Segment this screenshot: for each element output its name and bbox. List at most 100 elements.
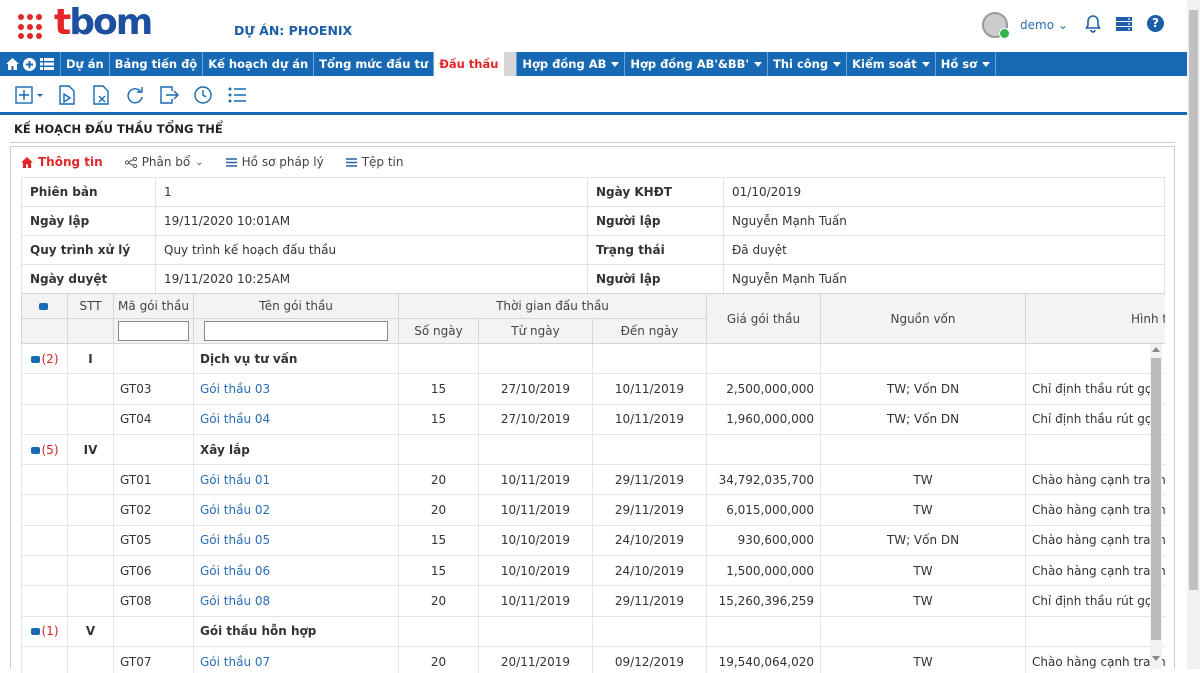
stt-cell: V [67,615,114,647]
days-cell: 15 [398,373,479,405]
nav-dau-thau[interactable]: Đấu thầu [434,52,518,76]
home-icon[interactable] [6,58,19,70]
col-time: Thời gian đấu thầu [398,293,707,319]
stt-cell: I [67,342,114,375]
table-row[interactable]: GT07 Gói thầu 07 20 20/11/2019 09/12/201… [21,645,1165,673]
to-cell: 10/11/2019 [592,373,707,405]
package-link[interactable]: Gói thầu 03 [193,373,399,405]
price-cell [706,615,821,647]
table-row[interactable]: GT01 Gói thầu 01 20 10/11/2019 29/11/201… [21,464,1165,496]
list-view-icon[interactable] [226,84,248,106]
table-row[interactable]: GT03 Gói thầu 03 15 27/10/2019 10/11/201… [21,373,1165,405]
price-cell: 2,500,000,000 [706,373,821,405]
from-cell [478,342,593,375]
user-menu[interactable]: demo ⌄ [1020,18,1068,32]
nav-label: Hồ sơ [940,57,978,71]
table-row[interactable]: GT05 Gói thầu 05 15 10/10/2019 24/10/201… [21,524,1165,557]
home-icon [21,156,33,168]
col-name: Tên gói thầu [193,293,399,319]
days-cell: 15 [398,555,479,587]
days-cell: 20 [398,645,479,673]
nav-hop-dong-ab-bb[interactable]: Hợp đồng AB'&BB' [625,52,768,76]
tab-thong-tin[interactable]: Thông tin [21,155,103,169]
export-icon[interactable] [158,84,180,106]
nav-label: Thi công [772,57,829,71]
page-scrollbar-thumb[interactable] [1189,10,1198,590]
group-toggle[interactable]: (5) [21,433,68,466]
scroll-up-arrow-icon[interactable] [1152,347,1160,352]
tab-tep-tin[interactable]: Tệp tin [345,155,403,169]
server-icon[interactable] [1116,17,1132,31]
package-link[interactable]: Gói thầu 06 [193,555,399,587]
code-cell: GT08 [113,585,194,617]
nav-bang-tien-do[interactable]: Bảng tiến độ [110,52,204,76]
nav-label: Kiểm soát [852,57,917,71]
toggle-cell [21,403,68,435]
nav-ke-hoach-du-an[interactable]: Kế hoạch dự án [203,52,315,76]
col-method: Hình thức lựa [1025,293,1165,344]
package-link[interactable]: Gói thầu 01 [193,464,399,496]
title-divider [10,142,1175,143]
refresh-icon[interactable] [124,84,146,106]
days-cell: 20 [398,464,479,496]
nav-tong-muc-dau-tu[interactable]: Tổng mức đầu tư [314,52,435,76]
grid-scrollbar[interactable] [1150,344,1162,669]
page-scrollbar[interactable] [1187,0,1200,669]
scroll-down-arrow-icon[interactable] [1152,656,1160,661]
collapse-icon [39,303,48,310]
package-link[interactable]: Gói thầu 05 [193,524,399,557]
nav-du-an[interactable]: Dự án [61,52,110,76]
nav-ho-so[interactable]: Hồ sơ [936,52,997,76]
nav-thi-cong[interactable]: Thi công [768,52,848,76]
help-icon[interactable]: ? [1147,15,1164,32]
scrollbar-thumb[interactable] [1151,358,1161,640]
toggle-cell [21,524,68,557]
package-link[interactable]: Gói thầu 07 [193,645,399,673]
table-row[interactable]: GT02 Gói thầu 02 20 10/11/2019 29/11/201… [21,494,1165,526]
to-cell [592,615,707,647]
source-cell: TW [820,555,1026,587]
edit-document-icon[interactable] [56,84,78,106]
price-cell: 34,792,035,700 [706,464,821,496]
add-circle-icon[interactable] [23,57,36,71]
user-avatar[interactable] [982,12,1010,39]
collapse-all-toggle[interactable] [21,293,68,319]
stt-cell [67,555,114,587]
to-cell [592,433,707,466]
info-label: Phiên bản [21,177,156,207]
toolbar-divider [0,112,1187,115]
tab-phan-bo[interactable]: Phân bổ ⌄ [124,155,204,169]
delete-document-icon[interactable] [90,84,112,106]
bell-icon[interactable] [1085,15,1101,33]
table-row[interactable]: GT08 Gói thầu 08 20 10/11/2019 29/11/201… [21,585,1165,617]
group-row[interactable]: (5) IV Xây lắp [21,433,1165,466]
logo-dots-icon[interactable] [18,14,44,40]
list-icon[interactable] [40,58,54,70]
package-link[interactable]: Gói thầu 02 [193,494,399,526]
to-cell: 29/11/2019 [592,494,707,526]
tab-ho-so-phap-ly[interactable]: Hồ sơ pháp lý [225,155,324,169]
group-row[interactable]: (2) I Dịch vụ tư vấn [21,342,1165,375]
group-toggle[interactable]: (1) [21,615,68,647]
code-cell: GT07 [113,645,194,673]
package-link[interactable]: Gói thầu 04 [193,403,399,435]
add-dropdown-icon[interactable] [14,84,44,106]
history-icon[interactable] [192,84,214,106]
source-cell: TW; Vốn DN [820,373,1026,405]
package-link[interactable]: Gói thầu 08 [193,585,399,617]
from-cell [478,615,593,647]
group-toggle[interactable]: (2) [21,342,68,375]
source-cell: TW; Vốn DN [820,524,1026,557]
group-row[interactable]: (1) V Gói thầu hỗn hợp [21,615,1165,647]
table-row[interactable]: GT04 Gói thầu 04 15 27/10/2019 10/11/201… [21,403,1165,435]
nav-kiem-soat[interactable]: Kiểm soát [847,52,936,76]
app-logo[interactable]: tbom [54,0,153,46]
table-row[interactable]: GT06 Gói thầu 06 15 10/10/2019 24/10/201… [21,555,1165,587]
code-cell: GT01 [113,464,194,496]
nav-hop-dong-ab[interactable]: Hợp đồng AB [517,52,626,76]
name-filter-input[interactable] [204,321,388,341]
code-filter-input[interactable] [118,321,189,341]
col-stt: STT [67,293,114,319]
stt-cell [67,464,114,496]
caret-down-icon [753,61,762,67]
